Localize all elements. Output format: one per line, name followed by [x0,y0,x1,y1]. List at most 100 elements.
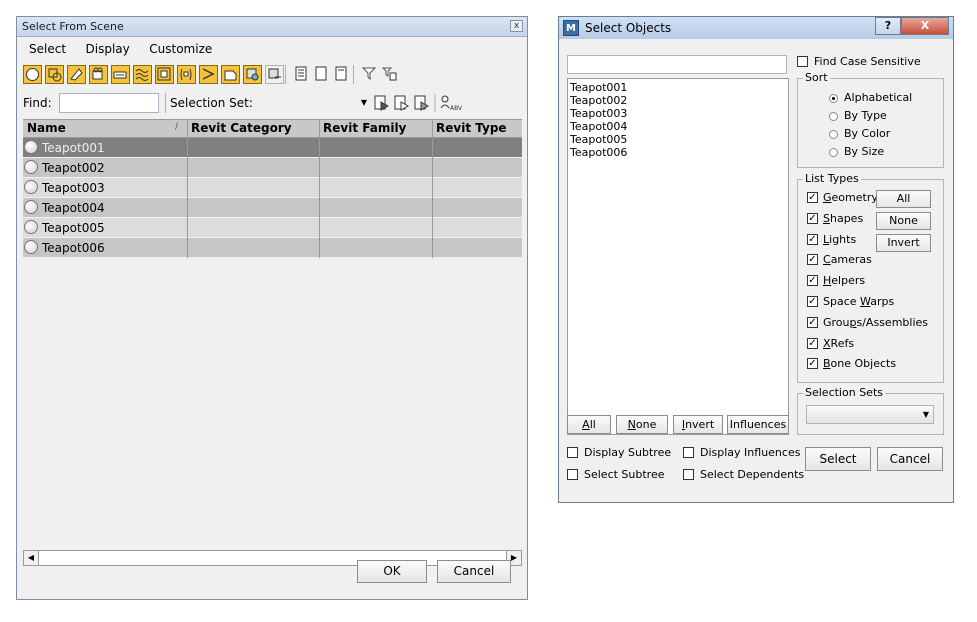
list-item[interactable]: Teapot006 [570,146,627,159]
list-type-checkbox[interactable]: ✓ [807,254,818,266]
column-header-name[interactable]: Name [27,121,66,135]
cameras-filter-toggle[interactable] [89,65,108,84]
list-types-all-button[interactable]: All [876,190,931,208]
menu-display[interactable]: Display [78,39,138,59]
close-button[interactable]: x [510,20,523,32]
list-types-group: List Types ✓ Geometry ✓ Shapes ✓ Lights ✓ Camer… [797,172,944,383]
table-row[interactable]: Teapot002 [23,158,522,177]
display-subtree-checkbox[interactable] [567,447,578,458]
filter-options-toggle[interactable] [381,65,400,84]
display-influences-checkbox[interactable] [683,447,694,458]
table-row[interactable]: Teapot006 [23,238,522,257]
list-type-checkbox[interactable]: ✓ [807,275,818,287]
title-bar[interactable]: M Select Objects ? X [559,17,953,39]
list-item[interactable]: Teapot002 [570,94,627,107]
list-types-group-title: List Types [803,172,861,185]
bones-filter-toggle[interactable] [199,65,218,84]
list-type-checkbox[interactable]: ✓ [807,233,818,245]
list-invert-button[interactable]: Invert [673,415,723,434]
select-all-toggle[interactable] [313,65,332,84]
list-type-label: Helpers [823,274,865,287]
lights-filter-icon [70,68,83,81]
column-divider[interactable] [432,120,433,258]
find-case-sensitive-checkbox[interactable] [797,56,808,67]
list-type-checkbox[interactable]: ✓ [807,316,818,328]
scene-object-table: Name / Revit Category Revit Family Revit… [23,119,522,538]
object-list[interactable]: Teapot001 Teapot002 Teapot003 Teapot004 Teap… [567,78,789,435]
list-item[interactable]: Teapot004 [570,120,627,133]
ok-button[interactable]: OK [357,560,427,583]
table-row[interactable]: Teapot001 [23,138,522,157]
create-set-icon[interactable] [374,95,390,111]
space-warps-filter-toggle[interactable] [133,65,152,84]
list-types-none-button[interactable]: None [876,212,931,230]
search-input[interactable] [567,55,787,74]
list-types-invert-button[interactable]: Invert [876,234,931,252]
select-subtree-checkbox[interactable] [567,469,578,480]
list-type-label-part: B [823,357,831,371]
named-selection-icon[interactable]: ABV [440,95,463,112]
groups-filter-icon [157,67,171,81]
menu-select[interactable]: Select [21,39,74,59]
column-header-revit-category[interactable]: Revit Category [191,121,292,135]
sort-radio-by-size[interactable] [829,148,838,157]
list-all-button[interactable]: All [567,415,611,434]
selection-set-icons: ABV [374,94,463,112]
table-row[interactable]: Teapot005 [23,218,522,237]
select-dependents-checkbox[interactable] [683,469,694,480]
lights-filter-toggle[interactable] [67,65,86,84]
menu-customize[interactable]: Customize [141,39,220,59]
list-item[interactable]: Teapot005 [570,133,627,146]
column-header-revit-family[interactable]: Revit Family [323,121,406,135]
helpers-filter-toggle[interactable] [111,65,130,84]
list-type-checkbox[interactable]: ✓ [807,337,818,349]
select-button[interactable]: Select [805,447,871,471]
table-row[interactable]: Teapot004 [23,198,522,217]
list-view-toggle[interactable] [293,65,312,84]
column-header-revit-type[interactable]: Revit Type [436,121,507,135]
sort-radio-alphabetical[interactable] [829,94,838,103]
select-none-toggle[interactable] [333,65,352,84]
select-objects-dialog: M Select Objects ? X Teapot001 Teapot002 T… [558,16,954,503]
list-type-checkbox[interactable]: ✓ [807,296,818,307]
xrefs-filter-toggle[interactable] [177,65,196,84]
list-view-icon [295,66,307,81]
shapes-filter-toggle[interactable] [45,65,64,84]
filter-toggle[interactable] [361,65,380,84]
remove-from-set-icon[interactable] [414,95,430,111]
select-all-icon [315,66,327,81]
help-button[interactable]: ? [875,17,901,35]
list-type-checkbox[interactable]: ✓ [807,212,818,224]
hidden-filter-toggle[interactable] [265,65,284,84]
geometry-filter-toggle[interactable] [23,65,42,84]
cancel-button[interactable]: Cancel [437,560,511,583]
selection-sets-dropdown[interactable]: ▼ [806,405,934,424]
selection-set-dropdown[interactable]: ▼ [247,93,369,113]
groups-filter-toggle[interactable] [155,65,174,84]
add-to-set-icon[interactable] [394,95,410,111]
teapot-object-icon [24,240,38,254]
list-none-button[interactable]: None [616,415,668,434]
close-button[interactable]: X [901,17,949,35]
list-influences-button[interactable]: Influences [727,415,789,434]
cancel-button[interactable]: Cancel [877,447,943,471]
list-type-checkbox[interactable]: ✓ [807,192,818,203]
column-divider[interactable] [319,120,320,258]
table-row[interactable]: Teapot003 [23,178,522,197]
bones-filter-icon [202,68,215,80]
teapot-object-icon [24,160,38,174]
geometry-filter-icon [26,68,39,81]
list-type-checkbox[interactable]: ✓ [807,358,818,370]
sort-radio-by-color[interactable] [829,130,838,139]
teapot-object-icon [24,180,38,194]
sort-radio-by-type[interactable] [829,112,838,121]
list-item[interactable]: Teapot003 [570,107,627,120]
title-bar[interactable]: Select From Scene x [17,17,527,37]
frozen-filter-toggle[interactable] [243,65,262,84]
list-type-label-part: G [823,191,832,204]
list-item[interactable]: Teapot001 [570,81,627,94]
find-input[interactable] [59,93,159,113]
containers-filter-toggle[interactable] [221,65,240,84]
column-divider[interactable] [187,120,188,258]
scroll-left-button[interactable]: ◀ [23,550,39,566]
